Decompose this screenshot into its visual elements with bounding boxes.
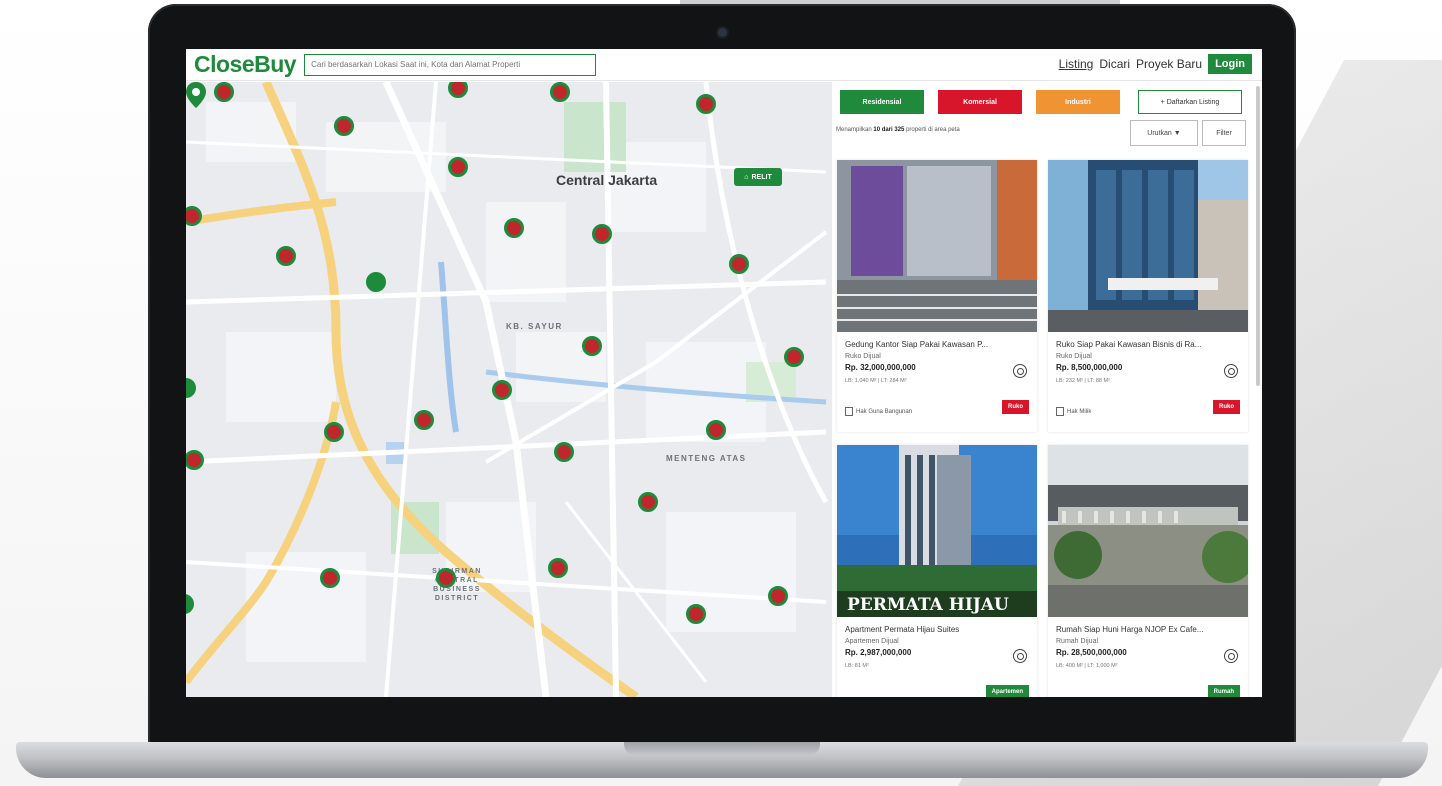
map-marker[interactable] [414, 410, 434, 430]
virtual-tour-icon[interactable] [1224, 649, 1238, 663]
map-marker[interactable] [706, 420, 726, 440]
listing-size: LB: 1,040 M² | LT: 284 M² [845, 378, 907, 384]
home-tag-label: RELIT [751, 173, 772, 181]
map-marker[interactable] [686, 604, 706, 624]
listing-badge: Ruko [1213, 400, 1240, 414]
location-pin-icon[interactable] [186, 82, 206, 108]
listing-price: Rp. 32,000,000,000 [845, 363, 916, 372]
home-icon: ⌂ [744, 173, 749, 181]
nav-listing[interactable]: Listing [1059, 57, 1094, 71]
map-marker[interactable] [554, 442, 574, 462]
photo-caption: PERMATA HIJAU [847, 595, 1009, 615]
map-label-menteng: MENTENG ATAS [666, 454, 747, 463]
map-marker[interactable] [214, 82, 234, 102]
nav-dicari[interactable]: Dicari [1099, 57, 1130, 71]
camera-icon [718, 28, 727, 37]
listing-title: Rumah Siap Huni Harga NJOP Ex Cafe... [1056, 625, 1204, 634]
listing-title: Ruko Siap Pakai Kawasan Bisnis di Ra... [1056, 340, 1202, 349]
map-marker[interactable] [582, 336, 602, 356]
summary-prefix: Menampilkan [836, 127, 872, 133]
map-marker[interactable] [492, 380, 512, 400]
main-nav: Listing Dicari Proyek Baru Login [1059, 54, 1252, 74]
category-filters: Residensial Komersial Industri [840, 90, 1120, 114]
property-map[interactable]: Central Jakarta KB. SAYUR MENTENG ATAS S… [186, 82, 832, 697]
map-marker[interactable] [448, 157, 468, 177]
map-label-sudirman: SUDIRMAN CENTRAL BUSINESS DISTRICT [432, 568, 482, 602]
listing-badge: Apartemen [985, 685, 1029, 697]
filter-industrial-button[interactable]: Industri [1036, 90, 1120, 114]
listing-badge: Rumah [1207, 685, 1240, 697]
listing-type: Rumah Dijual [1056, 638, 1099, 645]
listing-photo [837, 160, 1037, 332]
list-scrollbar[interactable] [1256, 86, 1260, 386]
map-marker[interactable] [696, 94, 716, 114]
sort-button[interactable]: Urutkan ▼ [1130, 120, 1198, 146]
app-screen: CloseBuy Listing Dicari Proyek Baru Logi… [186, 49, 1262, 697]
map-marker[interactable] [320, 568, 340, 588]
virtual-tour-icon[interactable] [1013, 649, 1027, 663]
map-label-central: Central Jakarta [556, 172, 658, 188]
listing-type: Apartemen Dijual [845, 638, 899, 645]
map-label-kb-sayur: KB. SAYUR [506, 322, 563, 331]
listing-card[interactable]: Gedung Kantor Siap Pakai Kawasan P... Ru… [837, 160, 1037, 432]
listing-size: LB: 81 M² [845, 663, 869, 669]
listing-badge: Ruko [1002, 400, 1029, 414]
virtual-tour-icon[interactable] [1013, 364, 1027, 378]
map-marker[interactable] [276, 246, 296, 266]
filter-commercial-button[interactable]: Komersial [938, 90, 1022, 114]
listing-panel: Residensial Komersial Industri + Daftark… [832, 82, 1262, 697]
map-marker[interactable] [366, 272, 386, 292]
results-summary: Menampilkan 10 dari 325 properti di area… [836, 127, 960, 133]
map-marker[interactable] [550, 82, 570, 102]
listing-card[interactable]: Ruko Siap Pakai Kawasan Bisnis di Ra... … [1048, 160, 1248, 432]
filter-residential-button[interactable]: Residensial [840, 90, 924, 114]
nav-proyek-baru[interactable]: Proyek Baru [1136, 57, 1202, 71]
add-listing-button[interactable]: + Daftarkan Listing [1138, 90, 1242, 114]
map-marker[interactable] [334, 116, 354, 136]
top-header: CloseBuy Listing Dicari Proyek Baru Logi… [186, 49, 1262, 81]
listing-certificate: Hak Guna Bangunan [845, 407, 912, 416]
certificate-icon [845, 407, 853, 416]
listing-card[interactable]: PERMATA HIJAU Apartment Permata Hijau Su… [837, 445, 1037, 697]
map-marker[interactable] [324, 422, 344, 442]
map-marker[interactable] [504, 218, 524, 238]
map-marker[interactable] [592, 224, 612, 244]
search-input[interactable] [304, 53, 597, 76]
home-tag[interactable]: ⌂ RELIT [734, 168, 782, 186]
listing-title: Gedung Kantor Siap Pakai Kawasan P... [845, 340, 989, 349]
map-marker[interactable] [784, 347, 804, 367]
map-marker[interactable] [638, 492, 658, 512]
virtual-tour-icon[interactable] [1224, 364, 1238, 378]
listing-type: Ruko Dijual [845, 353, 881, 360]
map-marker[interactable] [548, 558, 568, 578]
filter-button[interactable]: Filter [1202, 120, 1246, 146]
listing-photo [837, 445, 1037, 617]
summary-count: 10 dari 325 [873, 127, 905, 133]
map-marker[interactable] [768, 586, 788, 606]
listing-card[interactable]: Rumah Siap Huni Harga NJOP Ex Cafe... Ru… [1048, 445, 1248, 697]
certificate-label: Hak Milik [1067, 408, 1092, 415]
login-button[interactable]: Login [1208, 54, 1252, 74]
listing-type: Ruko Dijual [1056, 353, 1092, 360]
certificate-label: Hak Guna Bangunan [856, 408, 913, 415]
listing-photo [1048, 160, 1248, 332]
listing-size: LB: 400 M² | LT: 1,000 M² [1056, 663, 1118, 669]
listing-certificate: Hak Milik [1056, 407, 1091, 416]
map-marker[interactable] [729, 254, 749, 274]
listing-photo [1048, 445, 1248, 617]
listing-size: LB: 232 M² | LT: 88 M² [1056, 378, 1110, 384]
map-marker[interactable] [436, 568, 456, 588]
laptop-notch [624, 742, 820, 756]
listing-price: Rp. 28,500,000,000 [1056, 648, 1127, 657]
listing-price: Rp. 2,987,000,000 [845, 648, 912, 657]
listing-title: Apartment Permata Hijau Suites [845, 625, 960, 634]
marketing-stage: CloseBuy Listing Dicari Proyek Baru Logi… [0, 0, 1442, 786]
brand-logo[interactable]: CloseBuy [194, 51, 297, 78]
listing-price: Rp. 8,500,000,000 [1056, 363, 1123, 372]
summary-suffix: properti di area peta [906, 127, 960, 133]
certificate-icon [1056, 407, 1064, 416]
